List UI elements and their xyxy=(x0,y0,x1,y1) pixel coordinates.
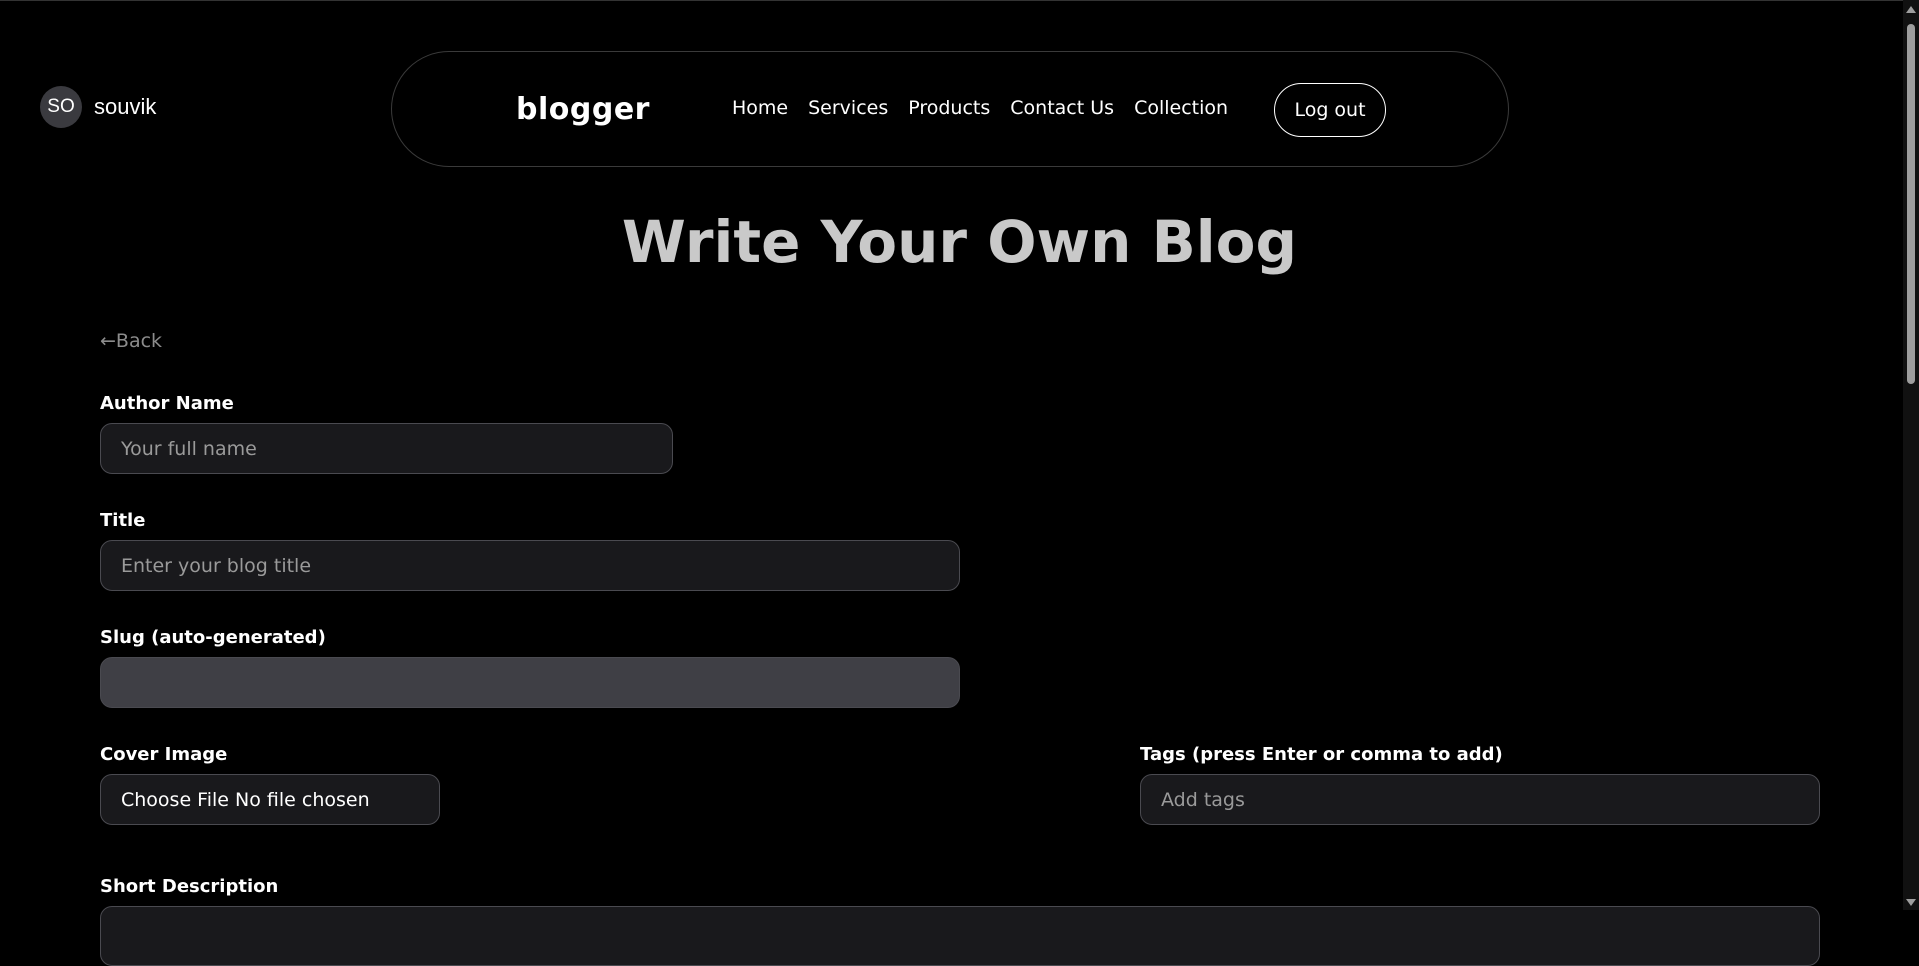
scrollbar-thumb[interactable] xyxy=(1907,24,1915,384)
short-description-input[interactable] xyxy=(100,906,1820,966)
nav-link-home[interactable]: Home xyxy=(732,97,788,119)
nav-link-contact-us[interactable]: Contact Us xyxy=(1010,97,1114,119)
nav-link-products[interactable]: Products xyxy=(908,97,990,119)
nav-link-collection[interactable]: Collection xyxy=(1134,97,1228,119)
tags-label: Tags (press Enter or comma to add) xyxy=(1140,744,1503,765)
slug-input[interactable] xyxy=(100,657,960,708)
slug-label: Slug (auto-generated) xyxy=(100,627,326,648)
scroll-up-icon[interactable] xyxy=(1906,6,1916,13)
title-label: Title xyxy=(100,510,146,531)
user-profile[interactable]: SO souvik xyxy=(40,86,156,128)
logo[interactable]: blogger xyxy=(516,92,650,127)
cover-image-file-input[interactable]: Choose File No file chosen xyxy=(100,774,440,825)
logout-button[interactable]: Log out xyxy=(1274,83,1386,137)
avatar: SO xyxy=(40,86,82,128)
back-link[interactable]: ←Back xyxy=(100,330,162,352)
page-title: Write Your Own Blog xyxy=(621,208,1298,276)
username: souvik xyxy=(94,94,157,119)
cover-image-label: Cover Image xyxy=(100,744,228,765)
window-top-border xyxy=(0,0,1903,1)
scrollbar[interactable] xyxy=(1903,0,1919,910)
navbar: blogger Home Services Products Contact U… xyxy=(391,51,1509,167)
author-name-input[interactable]: Your full name xyxy=(100,423,673,474)
choose-file-button[interactable]: Choose File xyxy=(121,789,229,811)
short-description-label: Short Description xyxy=(100,876,279,897)
file-status: No file chosen xyxy=(235,788,370,811)
nav-links: Home Services Products Contact Us Collec… xyxy=(732,97,1228,119)
title-input[interactable]: Enter your blog title xyxy=(100,540,960,591)
tags-input[interactable]: Add tags xyxy=(1140,774,1820,825)
scroll-down-icon[interactable] xyxy=(1906,899,1916,906)
author-name-label: Author Name xyxy=(100,393,234,414)
nav-link-services[interactable]: Services xyxy=(808,97,888,119)
